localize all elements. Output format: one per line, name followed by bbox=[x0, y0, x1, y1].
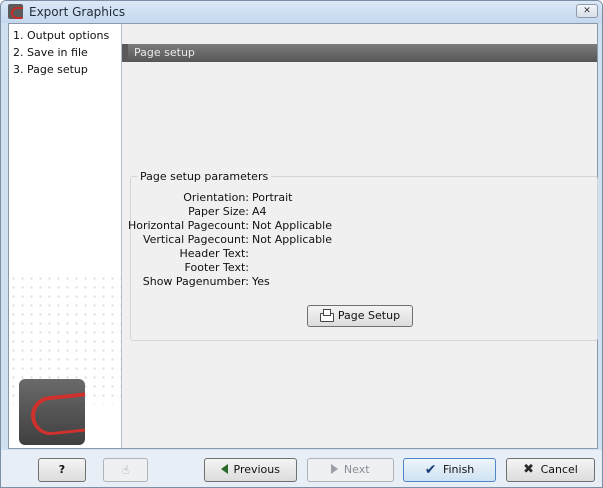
next-button[interactable]: Next bbox=[307, 458, 394, 482]
page-setup-parameters-group: Page setup parameters Orientation: Portr… bbox=[127, 170, 599, 341]
app-logo bbox=[19, 379, 85, 445]
page-title: Page setup bbox=[134, 46, 195, 59]
param-row-vertical-pagecount: Vertical Pagecount: Not Applicable bbox=[131, 233, 599, 247]
param-value: Yes bbox=[252, 275, 270, 288]
cancel-x-icon: ✖ bbox=[523, 462, 535, 477]
finish-label: Finish bbox=[442, 463, 475, 476]
param-label: Paper Size: bbox=[188, 205, 249, 218]
app-icon bbox=[8, 4, 23, 19]
param-row-paper-size: Paper Size: A4 bbox=[131, 205, 599, 219]
page-setup-button[interactable]: Page Setup bbox=[307, 305, 413, 327]
previous-button[interactable]: Previous bbox=[204, 458, 297, 482]
param-label: Horizontal Pagecount: bbox=[127, 219, 249, 232]
help-button[interactable]: ? bbox=[38, 458, 86, 482]
finish-button[interactable]: ✔ Finish bbox=[403, 458, 496, 482]
group-title: Page setup parameters bbox=[137, 170, 272, 183]
param-value: A4 bbox=[252, 205, 267, 218]
page-setup-button-label: Page Setup bbox=[337, 309, 401, 322]
param-label: Show Pagenumber: bbox=[142, 275, 249, 288]
param-row-header-text: Header Text: bbox=[131, 247, 599, 261]
param-label: Header Text: bbox=[179, 247, 249, 260]
param-row-horizontal-pagecount: Horizontal Pagecount: Not Applicable bbox=[127, 219, 599, 233]
wizard-content: Page setup Page setup parameters Orienta… bbox=[122, 24, 599, 448]
wizard-steps-sidebar: 1. Output options 2. Save in file 3. Pag… bbox=[9, 24, 122, 448]
step-page-setup[interactable]: 3. Page setup bbox=[13, 63, 88, 76]
param-value: Not Applicable bbox=[252, 219, 332, 232]
previous-arrow-icon bbox=[221, 464, 228, 474]
param-value: Not Applicable bbox=[252, 233, 332, 246]
page-header-bar: Page setup bbox=[122, 44, 597, 62]
close-icon[interactable]: ✕ bbox=[576, 4, 598, 18]
finish-check-icon: ✔ bbox=[424, 462, 437, 478]
cancel-button[interactable]: ✖ Cancel bbox=[506, 458, 595, 482]
param-label: Orientation: bbox=[183, 191, 249, 204]
param-row-orientation: Orientation: Portrait bbox=[131, 191, 599, 205]
cancel-label: Cancel bbox=[540, 463, 578, 476]
printer-icon bbox=[319, 309, 334, 322]
help-icon: ? bbox=[58, 463, 66, 476]
step-output-options[interactable]: 1. Output options bbox=[13, 29, 109, 42]
step-save-in-file[interactable]: 2. Save in file bbox=[13, 46, 88, 59]
hand-icon: ☝ bbox=[121, 463, 130, 477]
window-title: Export Graphics bbox=[29, 5, 126, 19]
next-arrow-icon bbox=[331, 464, 339, 474]
param-label: Vertical Pagecount: bbox=[142, 233, 249, 246]
next-label: Next bbox=[343, 463, 370, 476]
param-row-show-pagenumber: Show Pagenumber: Yes bbox=[131, 275, 599, 289]
param-value: Portrait bbox=[252, 191, 293, 204]
param-label: Footer Text: bbox=[184, 261, 249, 274]
param-row-footer-text: Footer Text: bbox=[131, 261, 599, 275]
hand-button[interactable]: ☝ bbox=[103, 458, 148, 482]
export-graphics-dialog: Export Graphics ✕ 1. Output options 2. S… bbox=[0, 0, 603, 488]
title-bar: Export Graphics ✕ bbox=[1, 1, 602, 23]
dialog-body: 1. Output options 2. Save in file 3. Pag… bbox=[8, 23, 598, 449]
previous-label: Previous bbox=[233, 463, 281, 476]
button-bar: ? ☝ Previous Next ✔ Finish ✖ Cancel bbox=[1, 450, 602, 487]
